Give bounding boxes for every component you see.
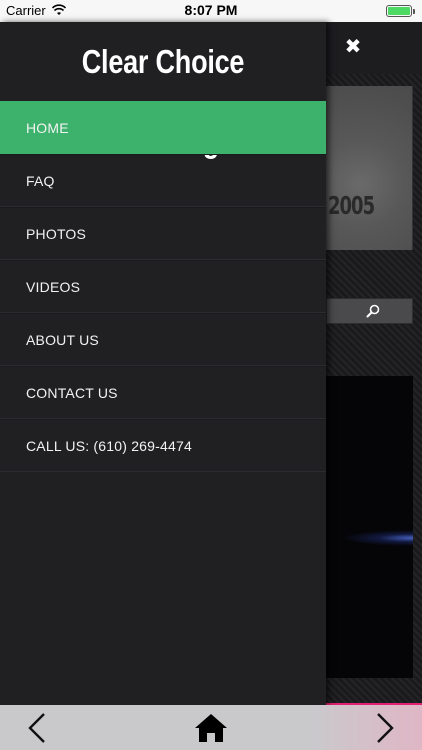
drawer-title: Clear Choice Detailing (81, 43, 245, 159)
chevron-left-icon (28, 712, 45, 743)
menu-item-label: VIDEOS (26, 278, 81, 295)
plate-text: 2005 (328, 191, 375, 222)
license-plate-image: 2005 (326, 86, 413, 250)
menu-item-about-us[interactable]: ABOUT US (0, 313, 326, 366)
back-button[interactable] (12, 705, 62, 750)
home-button[interactable] (186, 705, 236, 750)
menu-item-label: ABOUT US (26, 331, 99, 348)
menu-item-faq[interactable]: FAQ (0, 154, 326, 207)
side-drawer: Clear Choice Detailing HOME FAQ PHOTOS V… (0, 22, 326, 705)
search-button[interactable] (326, 298, 413, 324)
home-icon (195, 713, 227, 742)
menu-item-contact-us[interactable]: CONTACT US (0, 366, 326, 419)
menu-item-label: PHOTOS (26, 225, 87, 242)
menu-item-photos[interactable]: PHOTOS (0, 207, 326, 260)
menu-item-call-us[interactable]: CALL US: (610) 269-4474 (0, 419, 326, 472)
wifi-icon (52, 4, 66, 15)
drawer-menu: HOME FAQ PHOTOS VIDEOS ABOUT US CONTACT … (0, 101, 326, 472)
status-bar: Carrier 8:07 PM (0, 0, 422, 22)
chevron-right-icon (377, 712, 394, 743)
battery-icon (386, 5, 415, 17)
forward-button[interactable] (360, 705, 410, 750)
menu-item-label: HOME (26, 119, 69, 136)
bottom-toolbar (0, 705, 422, 750)
carrier-label: Carrier (6, 3, 46, 18)
menu-item-label: FAQ (26, 172, 55, 189)
menu-item-home[interactable]: HOME (0, 101, 326, 154)
close-icon[interactable]: ✖ (340, 32, 366, 60)
video-player[interactable] (326, 376, 413, 678)
search-icon (366, 304, 380, 318)
menu-item-label: CALL US: (610) 269-4474 (26, 437, 192, 454)
menu-item-label: CONTACT US (26, 384, 118, 401)
menu-item-videos[interactable]: VIDEOS (0, 260, 326, 313)
